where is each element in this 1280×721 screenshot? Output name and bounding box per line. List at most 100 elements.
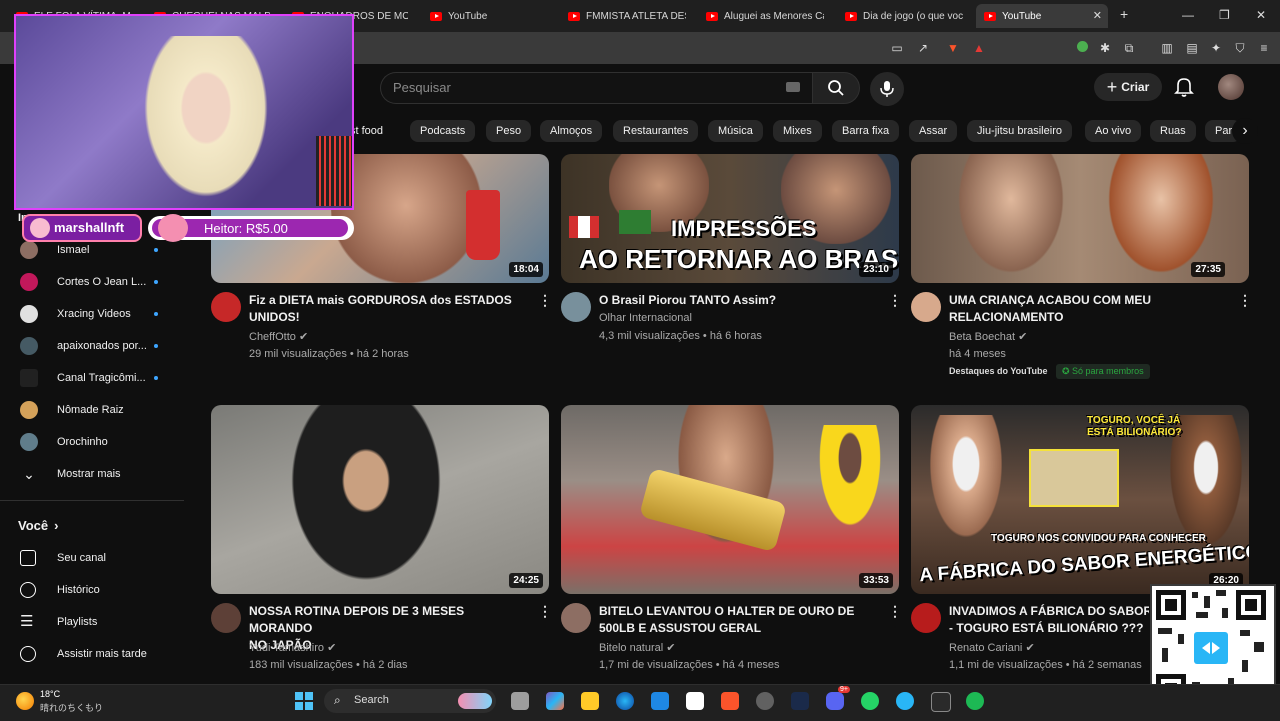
- chip[interactable]: Peso: [486, 120, 532, 142]
- wallet-icon[interactable]: ▤: [1185, 41, 1199, 55]
- browser-tab[interactable]: Dia de jogo (o que voc: [845, 4, 963, 28]
- edge-icon[interactable]: [616, 692, 634, 710]
- video-title[interactable]: UMA CRIANÇA ACABOU COM MEU RELACIONAMENTO: [949, 292, 1229, 326]
- channel-name[interactable]: Olhar Internacional: [599, 312, 692, 324]
- channel-name[interactable]: Beta Boechat ✔: [949, 330, 1027, 343]
- more-actions-icon[interactable]: ⋮: [1238, 292, 1252, 309]
- video-title[interactable]: Fiz a DIETA mais GORDUROSA dos ESTADOS UN…: [249, 292, 529, 326]
- search-button[interactable]: [812, 72, 860, 104]
- search-box[interactable]: Pesquisar: [380, 72, 813, 104]
- show-more-button[interactable]: ⌄ Mostrar mais: [0, 460, 180, 488]
- chip[interactable]: Almoços: [540, 120, 603, 142]
- browser-tab[interactable]: YouTube: [430, 4, 546, 28]
- sidebar-subscription[interactable]: Canal Tragicômi...: [0, 364, 180, 392]
- telegram-icon[interactable]: [896, 692, 914, 710]
- app-icon[interactable]: [756, 692, 774, 710]
- maximize-button[interactable]: ❐: [1219, 8, 1230, 22]
- extensions-icon[interactable]: ✱: [1098, 41, 1112, 55]
- sidebar-subscription[interactable]: Cortes O Jean L...: [0, 268, 180, 296]
- chip[interactable]: Barra fixa: [832, 120, 900, 142]
- close-window-button[interactable]: ✕: [1256, 8, 1266, 22]
- store-icon[interactable]: [651, 692, 669, 710]
- channel-name[interactable]: Renato Cariani ✔: [949, 641, 1035, 654]
- browser-tab[interactable]: Aluguei as Menores Ca: [706, 4, 824, 28]
- sidebar-item-playlists[interactable]: ☰ Playlists: [0, 608, 180, 636]
- account-avatar[interactable]: [1218, 74, 1244, 100]
- sidebar-subscription[interactable]: Xracing Videos: [0, 300, 180, 328]
- sidebar-subscription[interactable]: Ismael: [0, 236, 180, 264]
- taskbar-search[interactable]: ⌕ Search: [324, 689, 496, 713]
- video-title[interactable]: BITELO LEVANTOU O HALTER DE OURO DE 500LB…: [599, 603, 879, 637]
- browser-tab[interactable]: FMMISTA ATLETA DESA: [568, 4, 686, 28]
- share-icon[interactable]: ↗: [916, 41, 930, 55]
- channel-avatar[interactable]: [561, 603, 591, 633]
- brave-icon[interactable]: [721, 692, 739, 710]
- brave-shield-icon[interactable]: ▼: [946, 41, 960, 55]
- keyboard-icon[interactable]: [786, 82, 800, 92]
- chip[interactable]: Restaurantes: [613, 120, 699, 142]
- channel-avatar[interactable]: [211, 603, 241, 633]
- weather-icon[interactable]: [16, 692, 34, 710]
- channel-name[interactable]: Bitelo natural ✔: [599, 641, 676, 654]
- browser-tab-active[interactable]: YouTube ✕: [976, 4, 1108, 28]
- steam-icon[interactable]: [791, 692, 809, 710]
- epic-games-icon[interactable]: [931, 692, 951, 712]
- vpn-icon[interactable]: ⛉: [1233, 41, 1247, 55]
- chip[interactable]: Assar: [909, 120, 958, 142]
- video-thumbnail[interactable]: 33:53: [561, 405, 899, 594]
- new-tab-button[interactable]: +: [1120, 6, 1128, 22]
- more-actions-icon[interactable]: ⋮: [538, 603, 552, 620]
- extension-status-icon[interactable]: [1075, 41, 1089, 55]
- chip[interactable]: Jiu-jitsu brasileiro: [967, 120, 1072, 142]
- create-button[interactable]: + Criar: [1094, 73, 1162, 101]
- video-thumbnail[interactable]: TOGURO, VOCÊ JÁ ESTÁ BILIONÁRIO? TOGURO …: [911, 405, 1249, 594]
- minimize-button[interactable]: —: [1182, 8, 1194, 22]
- cast-icon[interactable]: ▭: [890, 41, 904, 55]
- video-title[interactable]: INVADIMOS A FÁBRICA DO SABOR - TOGURO EST…: [949, 603, 1149, 637]
- more-actions-icon[interactable]: ⋮: [888, 292, 902, 309]
- channel-avatar[interactable]: [911, 603, 941, 633]
- weather-condition[interactable]: 晴れのちくもり: [40, 701, 103, 714]
- chip[interactable]: Podcasts: [410, 120, 476, 142]
- windows-start-icon[interactable]: [295, 692, 313, 715]
- channel-name[interactable]: CheffOtto ✔: [249, 330, 308, 343]
- chip[interactable]: Ao vivo: [1085, 120, 1142, 142]
- sidebar-item-your-channel[interactable]: Seu canal: [0, 544, 180, 572]
- channel-avatar[interactable]: [911, 292, 941, 322]
- whatsapp-icon[interactable]: [861, 692, 879, 710]
- channel-avatar[interactable]: [561, 292, 591, 322]
- sidebar-item-watch-later[interactable]: Assistir mais tarde: [0, 640, 180, 668]
- screenshot-icon[interactable]: ⧉: [1122, 41, 1136, 55]
- notifications-bell-icon[interactable]: [1174, 76, 1194, 103]
- spotify-icon[interactable]: [966, 692, 984, 710]
- chip[interactable]: Ruas: [1150, 120, 1196, 142]
- search-input[interactable]: Pesquisar: [393, 80, 451, 95]
- voice-search-button[interactable]: [870, 72, 904, 106]
- more-actions-icon[interactable]: ⋮: [888, 603, 902, 620]
- sidebar-item-history[interactable]: Histórico: [0, 576, 180, 604]
- sidebar-subscription[interactable]: Orochinho: [0, 428, 180, 456]
- menu-icon[interactable]: ≡: [1257, 41, 1271, 55]
- discord-icon[interactable]: [826, 692, 844, 710]
- sidebar-toggle-icon[interactable]: ▥: [1160, 41, 1174, 55]
- channel-avatar[interactable]: [211, 292, 241, 322]
- video-thumbnail[interactable]: IMPRESSÕES AO RETORNAR AO BRASIL 23:10: [561, 154, 899, 283]
- more-actions-icon[interactable]: ⋮: [538, 292, 552, 309]
- sidebar-subscription[interactable]: Nômade Raiz: [0, 396, 180, 424]
- brave-rewards-icon[interactable]: ▲: [972, 41, 986, 55]
- chip[interactable]: Música: [708, 120, 763, 142]
- video-thumbnail[interactable]: 24:25: [211, 405, 549, 594]
- app-icon[interactable]: [686, 692, 704, 710]
- file-explorer-icon[interactable]: [581, 692, 599, 710]
- leo-ai-icon[interactable]: ✦: [1209, 41, 1223, 55]
- chip[interactable]: Mixes: [773, 120, 822, 142]
- video-thumbnail[interactable]: 27:35: [911, 154, 1249, 283]
- task-view-icon[interactable]: [511, 692, 529, 710]
- video-title[interactable]: O Brasil Piorou TANTO Assim?: [599, 292, 879, 309]
- you-section-link[interactable]: Você ›: [18, 518, 58, 533]
- close-tab-icon[interactable]: ✕: [1093, 9, 1102, 22]
- copilot-icon[interactable]: [546, 692, 564, 710]
- weather-temperature[interactable]: 18°C: [40, 689, 60, 699]
- sidebar-subscription[interactable]: apaixonados por...: [0, 332, 180, 360]
- channel-name[interactable]: Yudi Tamashiro ✔: [249, 641, 336, 654]
